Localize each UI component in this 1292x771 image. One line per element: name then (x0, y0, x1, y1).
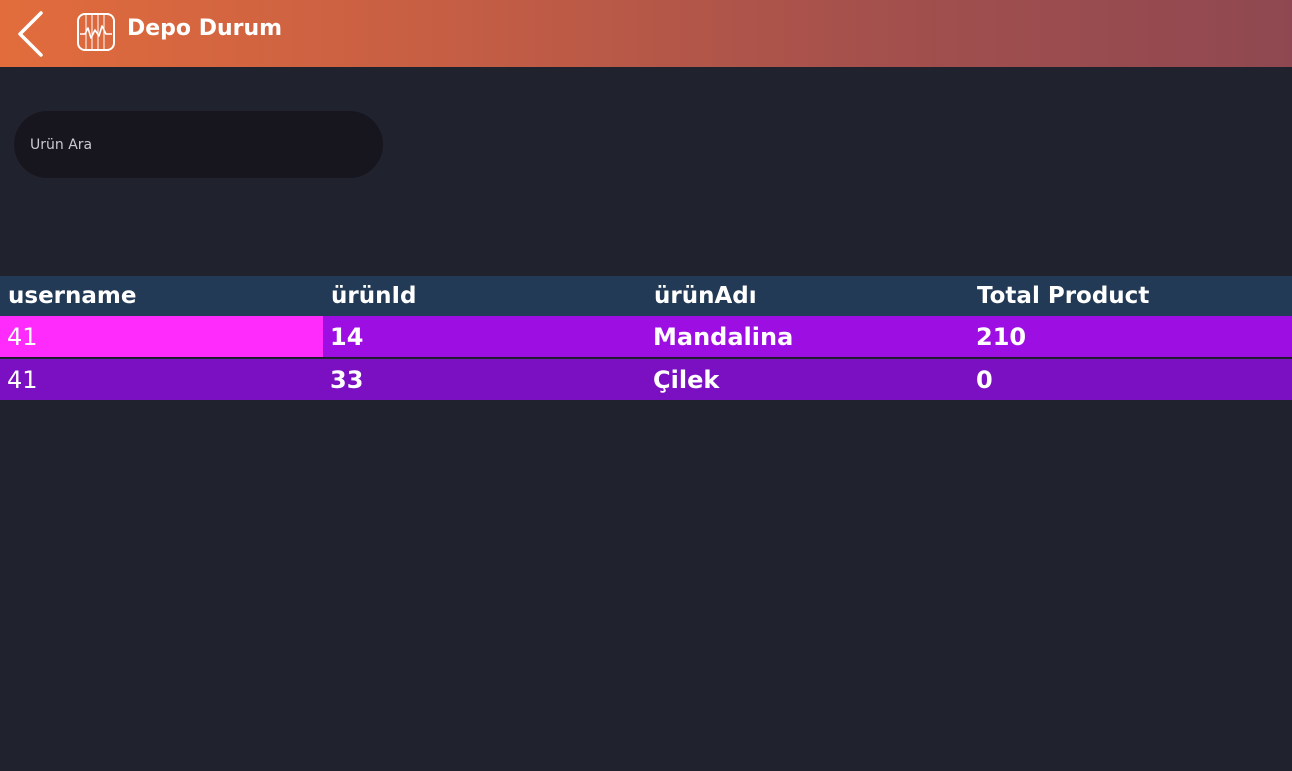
row-divider (0, 357, 1292, 358)
cell-product-name[interactable]: Çilek (646, 359, 969, 400)
cell-total-product[interactable]: 210 (969, 316, 1292, 357)
cell-product-id[interactable]: 33 (323, 359, 646, 400)
app-root: Depo Durum username ürünId ürünAdı Total… (0, 0, 1292, 771)
cell-product-name[interactable]: Mandalina (646, 316, 969, 357)
search-input[interactable] (14, 111, 383, 178)
chevron-left-icon (18, 11, 43, 57)
cell-username[interactable]: 41 (0, 316, 323, 357)
cell-username[interactable]: 41 (0, 359, 323, 400)
column-header-product-name[interactable]: ürünAdı (646, 276, 969, 316)
page-title: Depo Durum (127, 16, 283, 41)
table-row[interactable]: 41 14 Mandalina 210 (0, 316, 1292, 357)
header-bar: Depo Durum (0, 0, 1292, 67)
column-header-username[interactable]: username (0, 276, 323, 316)
cell-product-id[interactable]: 14 (323, 316, 646, 357)
column-header-total-product[interactable]: Total Product (969, 276, 1292, 316)
cell-total-product[interactable]: 0 (969, 359, 1292, 400)
chart-icon (76, 12, 116, 52)
back-button[interactable] (12, 8, 48, 60)
table-header-row: username ürünId ürünAdı Total Product (0, 276, 1292, 316)
column-header-product-id[interactable]: ürünId (323, 276, 646, 316)
stock-table: username ürünId ürünAdı Total Product 41… (0, 276, 1292, 400)
table-row[interactable]: 41 33 Çilek 0 (0, 359, 1292, 400)
